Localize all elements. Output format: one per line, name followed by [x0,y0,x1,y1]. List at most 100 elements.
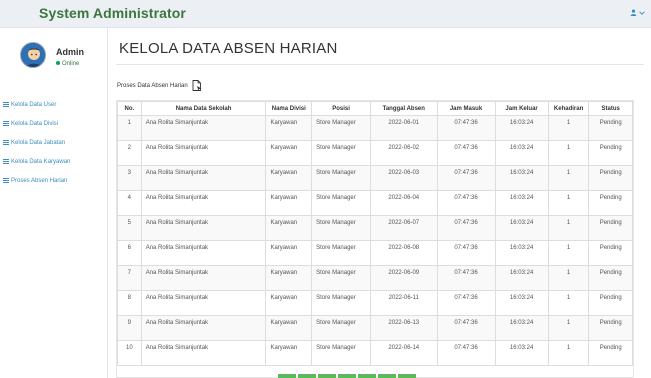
column-header-nama[interactable]: Nama Data Sekolah [140,101,267,116]
cell-tanggal: 2022-06-13 [370,315,438,341]
cell-no: 9 [117,315,142,341]
sidebar-item-proses-absen-harian[interactable]: Proses Absen Harian [0,172,108,191]
cell-status: Pending [588,290,633,316]
cell-tanggal: 2022-06-04 [370,190,438,216]
column-header-kehadiran[interactable]: Kehadiran [547,101,590,116]
cell-status: Pending [588,265,633,291]
table-row[interactable]: 10 Ana Rolita Simanjuntak Karyawan Store Ma… [117,340,633,366]
page-button[interactable] [318,374,336,378]
cell-nama: Ana Rolita Simanjuntak [140,265,267,291]
cell-nama: Ana Rolita Simanjuntak [140,240,267,266]
cell-no: 8 [117,290,142,316]
cell-jam-keluar: 16:03:24 [494,240,549,266]
list-icon [3,158,9,164]
table-row[interactable]: 3 Ana Rolita Simanjuntak Karyawan Store Man… [117,165,633,191]
column-header-posisi[interactable]: Posisi [311,101,372,116]
table-row[interactable]: 8 Ana Rolita Simanjuntak Karyawan Store Man… [117,290,633,316]
cell-jam-keluar: 16:03:24 [494,190,549,216]
page-button[interactable] [338,374,356,378]
cell-divisi: Karyawan [265,140,313,166]
cell-jam-keluar: 16:03:24 [494,315,549,341]
table-row[interactable]: 1 Ana Rolita Simanjuntak Karyawan Store Man… [117,115,633,141]
cell-jam-masuk: 07:47:36 [436,115,496,141]
sidebar-item-kelola-data-divisi[interactable]: Kelola Data Divisi [0,115,108,134]
page-button[interactable] [398,374,416,378]
sidebar-item-kelola-data-karyawan[interactable]: Kelola Data Karyawan [0,153,108,172]
cell-divisi: Karyawan [265,340,313,366]
absen-table: No. Nama Data Sekolah Nama Divisi Posisi… [117,101,633,366]
cell-jam-keluar: 16:03:24 [494,115,549,141]
cell-tanggal: 2022-06-09 [370,265,438,291]
cell-kehadiran: 1 [547,215,590,241]
online-status-icon [56,61,60,66]
cell-nama: Ana Rolita Simanjuntak [140,115,267,141]
column-header-jam-masuk[interactable]: Jam Masuk [436,101,496,116]
process-file-icon[interactable] [192,80,202,91]
cell-divisi: Karyawan [265,315,313,341]
cell-jam-masuk: 07:47:36 [436,340,496,366]
cell-posisi: Store Manager [311,340,372,366]
table-row[interactable]: 6 Ana Rolita Simanjuntak Karyawan Store Man… [117,240,633,266]
table-row[interactable]: 4 Ana Rolita Simanjuntak Karyawan Store Man… [117,190,633,216]
column-header-tanggal[interactable]: Tanggal Absen [370,101,438,116]
sidebar-item-label: Kelola Data User [11,102,57,108]
top-navbar: System Administrator [0,0,651,28]
cell-status: Pending [588,340,633,366]
cell-divisi: Karyawan [265,115,313,141]
cell-tanggal: 2022-06-14 [370,340,438,366]
cell-jam-keluar: 16:03:24 [494,290,549,316]
cell-nama: Ana Rolita Simanjuntak [140,140,267,166]
page-button[interactable] [358,374,376,378]
cell-kehadiran: 1 [547,165,590,191]
user-menu-toggle[interactable] [630,8,645,17]
cell-tanggal: 2022-06-02 [370,140,438,166]
table-row[interactable]: 9 Ana Rolita Simanjuntak Karyawan Store Man… [117,315,633,341]
column-header-status[interactable]: Status [588,101,633,116]
cell-no: 4 [117,190,142,216]
list-icon [3,139,9,145]
cell-tanggal: 2022-06-11 [370,290,438,316]
cell-kehadiran: 1 [547,115,590,141]
cell-kehadiran: 1 [547,190,590,216]
cell-tanggal: 2022-06-08 [370,240,438,266]
cell-jam-masuk: 07:47:36 [436,140,496,166]
cell-status: Pending [588,190,633,216]
sidebar-item-kelola-data-jabatan[interactable]: Kelola Data Jabatan [0,134,108,153]
table-row[interactable]: 2 Ana Rolita Simanjuntak Karyawan Store Man… [117,140,633,166]
user-icon [630,9,637,17]
cell-jam-keluar: 16:03:24 [494,265,549,291]
page-button[interactable] [278,374,296,378]
cell-no: 5 [117,215,142,241]
cell-jam-masuk: 07:47:36 [436,190,496,216]
cell-posisi: Store Manager [311,165,372,191]
cell-no: 3 [117,165,142,191]
cell-status: Pending [588,315,633,341]
cell-status: Pending [588,215,633,241]
cell-jam-keluar: 16:03:24 [494,140,549,166]
cell-no: 1 [117,115,142,141]
sidebar-item-label: Kelola Data Divisi [11,121,59,127]
cell-status: Pending [588,165,633,191]
cell-kehadiran: 1 [547,140,590,166]
cell-nama: Ana Rolita Simanjuntak [140,190,267,216]
column-header-divisi[interactable]: Nama Divisi [265,101,313,116]
cell-posisi: Store Manager [311,115,372,141]
cell-divisi: Karyawan [265,290,313,316]
cell-no: 6 [117,240,142,266]
table-row[interactable]: 7 Ana Rolita Simanjuntak Karyawan Store Man… [117,265,633,291]
cell-tanggal: 2022-06-03 [370,165,438,191]
cell-nama: Ana Rolita Simanjuntak [140,340,267,366]
user-avatar-icon [21,43,45,67]
column-header-no[interactable]: No. [117,101,142,116]
cell-jam-keluar: 16:03:24 [494,165,549,191]
cell-status: Pending [588,140,633,166]
user-status: Online [56,61,79,67]
page-button[interactable] [378,374,396,378]
sidebar-item-kelola-data-user[interactable]: Kelola Data User [0,96,108,115]
panel-header: Proses Data Absen Harian [117,80,202,91]
page-button[interactable] [298,374,316,378]
column-header-jam-keluar[interactable]: Jam Keluar [494,101,549,116]
table-row[interactable]: 5 Ana Rolita Simanjuntak Karyawan Store Man… [117,215,633,241]
app-brand[interactable]: System Administrator [39,5,186,21]
sidebar-item-label: Kelola Data Karyawan [11,159,71,165]
